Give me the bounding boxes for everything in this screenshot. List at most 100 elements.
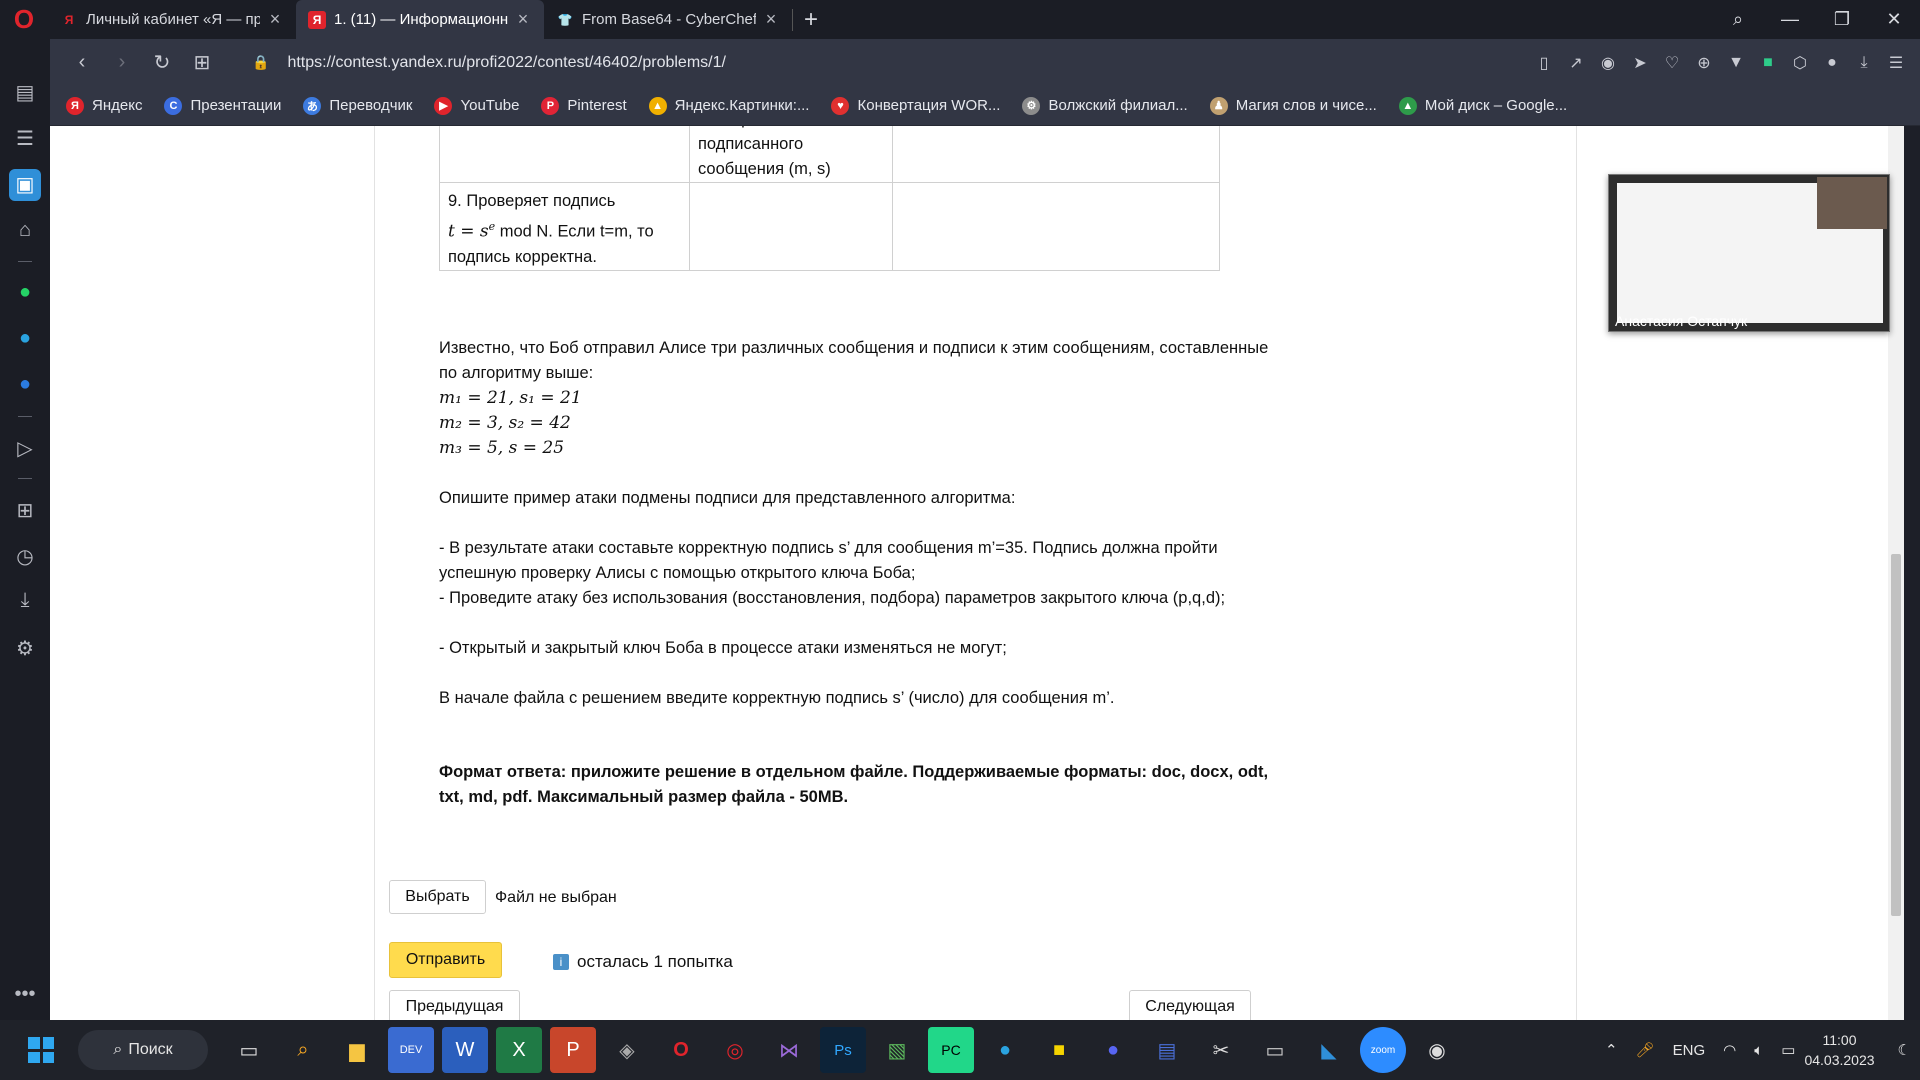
word-icon[interactable]: W <box>442 1027 488 1073</box>
minimize-icon[interactable]: — <box>1764 9 1816 30</box>
opera-gx-icon[interactable]: ◎ <box>712 1027 758 1073</box>
bookmark-label: YouTube <box>460 97 520 114</box>
telegram-icon[interactable]: ● <box>0 327 50 350</box>
bookmark-item[interactable]: ▲ Яндекс.Картинки:... <box>648 96 810 115</box>
share-icon[interactable]: ↗ <box>1560 53 1592 73</box>
bookmark-item[interactable]: P Pinterest <box>541 96 627 115</box>
v-extension-icon[interactable]: ▼ <box>1720 54 1752 72</box>
new-tab-button[interactable]: + <box>793 6 829 34</box>
reload-icon[interactable]: ↻ <box>142 50 182 75</box>
bookmark-item[interactable]: C Презентации <box>164 96 282 115</box>
bookmark-label: Магия слов и чисе... <box>1235 97 1377 114</box>
bookmarks-bar: Я Яндекс C Презентации あ Переводчик ▶ YouTube P P… <box>50 86 1920 126</box>
app-icon[interactable]: ◣ <box>1306 1027 1352 1073</box>
close-icon[interactable]: × <box>266 9 284 30</box>
list-icon[interactable]: ☰ <box>0 126 50 151</box>
history-icon[interactable]: ◷ <box>0 544 50 569</box>
workspace-icon[interactable]: ▣ <box>9 169 41 201</box>
bookmark-favicon-icon: ⚙ <box>1022 96 1041 115</box>
bookmark-label: Презентации <box>190 97 282 114</box>
settings-icon[interactable]: ⚙ <box>0 636 50 661</box>
game-app-icon[interactable]: ◈ <box>604 1027 650 1073</box>
close-icon[interactable]: × <box>762 9 780 30</box>
url-field[interactable]: 🔒 https://contest.yandex.ru/profi2022/co… <box>252 54 726 72</box>
dev-app-icon[interactable]: DEV <box>388 1027 434 1073</box>
settings-sliders-icon[interactable]: ☰ <box>1880 53 1912 73</box>
opera-menu-icon[interactable]: O <box>0 0 48 39</box>
windows-start-icon[interactable] <box>20 1029 62 1071</box>
bookmark-item[interactable]: ⚙ Волжский филиал... <box>1022 96 1188 115</box>
bookmark-item[interactable]: ♥ Конвертация WOR... <box>831 96 1000 115</box>
vpn-globe-icon[interactable]: ⊕ <box>1688 53 1720 73</box>
tab-cyberchef[interactable]: 👕 From Base64 - CyberChef × <box>544 0 792 39</box>
language-indicator[interactable]: ENG <box>1673 1042 1706 1059</box>
submit-button[interactable]: Отправить <box>389 942 502 978</box>
scroll-thumb[interactable] <box>1891 554 1901 916</box>
heart-icon[interactable]: ♡ <box>1656 53 1688 73</box>
apps-icon[interactable]: ⊞ <box>0 498 50 523</box>
bookmark-item[interactable]: ♟ Магия слов и чисе... <box>1209 96 1377 115</box>
opera-icon[interactable]: O <box>658 1027 704 1073</box>
close-window-icon[interactable]: ✕ <box>1868 9 1920 30</box>
notes-icon[interactable]: ▤ <box>0 80 50 105</box>
microphone-icon[interactable]: 🎤︎ <box>1636 1041 1655 1059</box>
reader-icon[interactable]: ▯ <box>1528 53 1560 73</box>
search-tabs-icon[interactable]: ⌕ <box>1712 9 1764 30</box>
choose-file-button[interactable]: Выбрать <box>389 880 486 914</box>
tab-lk[interactable]: Я Личный кабинет «Я — пр × <box>48 0 296 39</box>
cube-icon[interactable]: ⬡ <box>1784 53 1816 73</box>
telegram-taskbar-icon[interactable]: ● <box>982 1027 1028 1073</box>
photoshop-icon[interactable]: Ps <box>820 1027 866 1073</box>
restore-icon[interactable]: ❐ <box>1816 9 1868 30</box>
prev-button[interactable]: Предыдущая <box>389 990 520 1020</box>
bookmark-item[interactable]: ▲ Мой диск – Google... <box>1398 96 1567 115</box>
profile-icon[interactable]: ● <box>1816 54 1848 72</box>
search-app-icon[interactable]: ⌕ <box>280 1027 326 1073</box>
wifi-icon[interactable]: ◠ <box>1723 1041 1736 1059</box>
bookmark-item[interactable]: ▶ YouTube <box>434 96 520 115</box>
tab-problem[interactable]: Я 1. (11) — Информационна × <box>296 0 544 39</box>
chrome-icon[interactable]: ◉ <box>1414 1027 1460 1073</box>
zoom-icon[interactable]: zoom <box>1360 1027 1406 1073</box>
video-call-thumbnail[interactable]: Анастасия Остапчук <box>1608 174 1890 332</box>
vk-icon[interactable]: ● <box>0 373 50 396</box>
chevron-up-icon[interactable]: ⌃ <box>1605 1041 1618 1059</box>
forward-icon[interactable]: › <box>102 51 142 74</box>
powerpoint-icon[interactable]: P <box>550 1027 596 1073</box>
scrollbar[interactable] <box>1888 126 1904 1020</box>
more-icon[interactable]: ••• <box>0 983 50 1006</box>
back-icon[interactable]: ‹ <box>62 51 102 74</box>
taskbar-search[interactable]: ⌕ Поиск <box>78 1030 208 1070</box>
player-icon[interactable]: ▷ <box>0 436 50 461</box>
terminal-icon[interactable]: ▭ <box>1252 1027 1298 1073</box>
home-icon[interactable]: ⌂ <box>0 219 50 242</box>
camera-icon[interactable]: ◉ <box>1592 53 1624 73</box>
task-view-icon[interactable]: ▭ <box>226 1027 272 1073</box>
save-app-icon[interactable]: ▤ <box>1144 1027 1190 1073</box>
whatsapp-icon[interactable]: ● <box>0 281 50 304</box>
volume-icon[interactable]: 🔈︎ <box>1754 1042 1763 1059</box>
file-explorer-icon[interactable]: ▆ <box>334 1027 380 1073</box>
sticky-notes-icon[interactable]: ■ <box>1036 1027 1082 1073</box>
visual-studio-icon[interactable]: ⋈ <box>766 1027 812 1073</box>
paint-icon[interactable]: ▧ <box>874 1027 920 1073</box>
battery-icon[interactable]: ▭ <box>1781 1041 1795 1059</box>
excel-icon[interactable]: X <box>496 1027 542 1073</box>
clock[interactable]: 11:00 04.03.2023 <box>1804 1030 1874 1070</box>
discord-icon[interactable]: ● <box>1090 1027 1136 1073</box>
pycharm-icon[interactable]: PC <box>928 1027 974 1073</box>
notifications-icon[interactable]: ☾ <box>1898 1041 1911 1059</box>
bookmark-label: Яндекс.Картинки:... <box>674 97 810 114</box>
tabs-grid-icon[interactable]: ⊞ <box>182 50 222 75</box>
next-button[interactable]: Следующая <box>1129 990 1251 1020</box>
taskbar: ⌕ Поиск ▭ ⌕ ▆ DEV W X P ◈ O ◎ ⋈ Ps ▧ PC … <box>0 1020 1920 1080</box>
snipping-icon[interactable]: ✂ <box>1198 1027 1244 1073</box>
downloads-icon[interactable]: ⤓ <box>0 589 50 612</box>
tab-title: From Base64 - CyberChef <box>582 11 756 28</box>
send-icon[interactable]: ➤ <box>1624 53 1656 73</box>
close-icon[interactable]: × <box>514 9 532 30</box>
bookmark-item[interactable]: Я Яндекс <box>66 96 142 115</box>
bookmark-item[interactable]: あ Переводчик <box>303 96 412 115</box>
extension-icon[interactable]: ■ <box>1752 54 1784 72</box>
download-icon[interactable]: ⤓ <box>1848 54 1880 72</box>
